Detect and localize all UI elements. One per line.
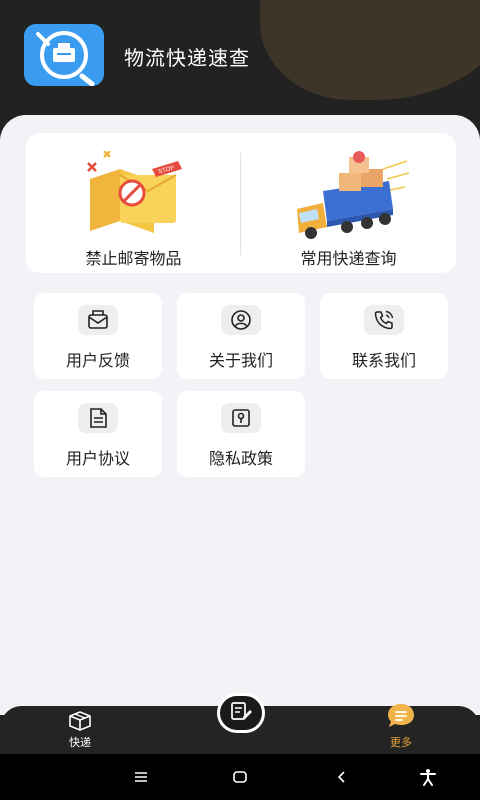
menu-item-contact-us[interactable]: 联系我们 [320, 293, 448, 379]
nav-home-button[interactable] [220, 762, 260, 792]
feature-prohibited-items[interactable]: STOP 禁止邮寄物品 [26, 133, 241, 273]
main-content: STOP 禁止邮寄物品 常用快递查询 用户反馈 关于我们 联系我们 用户协议 隐… [0, 115, 480, 715]
chat-bubble-icon [386, 702, 416, 734]
tab-label: 快递 [69, 736, 91, 749]
nav-menu-button[interactable] [121, 762, 161, 792]
app-logo-icon [24, 24, 104, 86]
nav-accessibility-button[interactable] [408, 762, 448, 792]
nav-back-button[interactable] [322, 762, 362, 792]
accessibility-icon [420, 769, 436, 786]
mail-icon [78, 305, 118, 335]
menu-item-user-agreement[interactable]: 用户协议 [34, 391, 162, 477]
center-action-button[interactable] [217, 693, 265, 733]
menu-item-label: 用户协议 [65, 449, 130, 468]
app-title: 物流快递速查 [124, 46, 250, 70]
menu-item-label: 联系我们 [351, 351, 416, 370]
tab-more[interactable]: 更多 [361, 704, 441, 754]
feature-label: 禁止邮寄物品 [85, 249, 182, 268]
decorative-blob [260, 0, 480, 100]
home-icon [233, 771, 247, 783]
menu-icon [135, 772, 147, 782]
tab-express[interactable]: 快递 [40, 706, 120, 754]
system-nav-bar [0, 754, 480, 800]
document-icon [78, 403, 118, 433]
tab-label: 更多 [390, 736, 412, 749]
phone-icon [364, 305, 404, 335]
user-icon [221, 305, 261, 335]
feature-label: 常用快递查询 [300, 249, 397, 268]
menu-item-label: 隐私政策 [208, 449, 273, 468]
menu-item-label: 用户反馈 [65, 351, 130, 370]
back-icon [337, 771, 345, 783]
feature-card: STOP 禁止邮寄物品 常用快递查询 [26, 133, 456, 273]
delivery-truck-illustration-icon [289, 151, 410, 243]
stop-sign-illustration-icon: STOP [74, 150, 194, 243]
menu-item-privacy-policy[interactable]: 隐私政策 [177, 391, 305, 477]
menu-item-label: 关于我们 [208, 351, 273, 370]
menu-item-feedback[interactable]: 用户反馈 [34, 293, 162, 379]
edit-document-icon [229, 700, 253, 726]
feature-express-query[interactable]: 常用快递查询 [241, 133, 456, 273]
box-icon [67, 710, 93, 736]
app-header: 物流快递速查 [0, 0, 480, 130]
menu-item-about-us[interactable]: 关于我们 [177, 293, 305, 379]
lock-icon [221, 403, 261, 433]
